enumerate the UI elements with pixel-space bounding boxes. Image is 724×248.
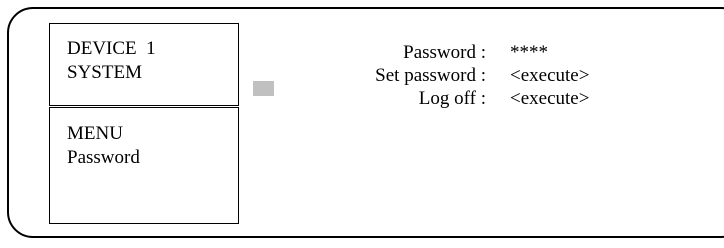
system-label: SYSTEM	[67, 62, 142, 83]
password-label: Password :	[403, 42, 486, 63]
log-off-execute[interactable]: <execute>	[510, 87, 589, 110]
menu-current-item: Password	[67, 147, 140, 168]
set-password-row: Set password : <execute>	[300, 64, 700, 87]
set-password-label: Set password :	[375, 65, 486, 86]
log-off-row: Log off : <execute>	[300, 87, 700, 110]
password-value[interactable]: ****	[510, 41, 548, 64]
log-off-label: Log off :	[418, 88, 486, 109]
device-label: DEVICE 1	[67, 38, 156, 59]
password-row: Password : ****	[300, 41, 700, 64]
selection-indicator	[253, 81, 274, 96]
set-password-execute[interactable]: <execute>	[510, 64, 589, 87]
menu-label: MENU	[67, 123, 123, 144]
menu-panel: MENU Password	[49, 107, 239, 224]
device-system-panel: DEVICE 1 SYSTEM	[49, 23, 239, 106]
